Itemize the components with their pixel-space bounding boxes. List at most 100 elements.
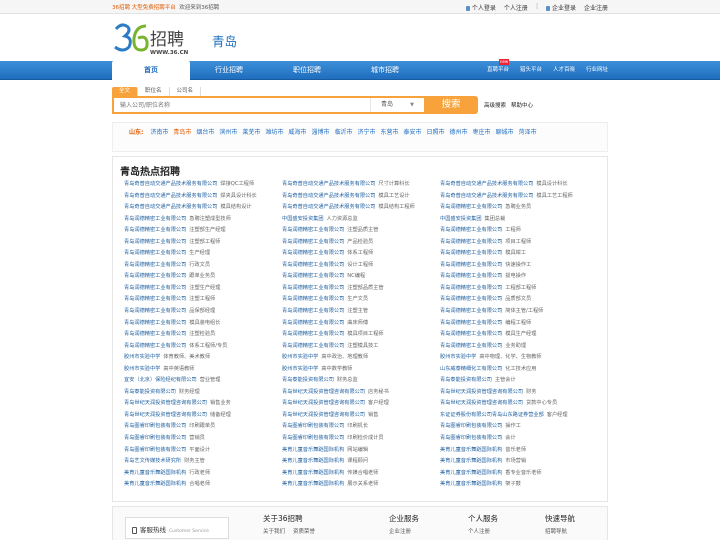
nav-direct-hire[interactable]: 直聘平台 new: [487, 59, 510, 80]
company-link[interactable]: 中国盛安投资集团: [440, 216, 482, 222]
position-link[interactable]: 模具项目工程师: [347, 331, 383, 337]
company-link[interactable]: 青岛润德精密工业有限公司: [282, 296, 344, 302]
position-link[interactable]: 会计: [505, 435, 515, 441]
city-link[interactable]: 德州市: [450, 127, 468, 138]
position-link[interactable]: 高中物理、化学、生物教师: [479, 354, 541, 360]
position-link[interactable]: 工程师: [505, 227, 521, 233]
position-link[interactable]: 模具设计科长: [536, 181, 567, 187]
position-link[interactable]: 高中政治、地理教师: [321, 354, 368, 360]
position-link[interactable]: 营业管理: [200, 377, 221, 383]
company-link[interactable]: 青岛润德精密工业有限公司: [440, 331, 502, 337]
position-link[interactable]: 合唱老师: [189, 481, 210, 487]
nav-home[interactable]: 首页: [112, 61, 190, 81]
company-link[interactable]: 青岛图睿印刷包装有限公司: [124, 447, 186, 453]
company-link[interactable]: 青岛艺文传媒技术研究所: [124, 458, 181, 464]
company-link[interactable]: 青岛润德精密工业有限公司: [440, 239, 502, 245]
company-link[interactable]: 青岛润德精密工业有限公司: [282, 227, 344, 233]
position-link[interactable]: 注塑部生产经理: [189, 227, 225, 233]
position-link[interactable]: 注塑生产经理: [189, 285, 220, 291]
position-link[interactable]: 急聘注塑成型技师: [189, 216, 231, 222]
position-link[interactable]: 高中数学教师: [321, 366, 352, 372]
company-link[interactable]: 青岛润德精密工业有限公司: [282, 331, 344, 337]
nav-industry-sites[interactable]: 行业网址: [586, 61, 608, 80]
company-link[interactable]: 青岛润德精密工业有限公司: [124, 239, 186, 245]
company-link[interactable]: 美育儿童音乐舞蹈国际机构: [124, 470, 186, 476]
company-link[interactable]: 青岛奇普自动交通产品技术服务有限公司: [440, 181, 533, 187]
position-link[interactable]: 工程部工程师: [505, 285, 536, 291]
city-link[interactable]: 菏泽市: [519, 127, 537, 138]
company-link[interactable]: 青岛润德精密工业有限公司: [282, 343, 344, 349]
company-link[interactable]: 青岛润德精密工业有限公司: [440, 273, 502, 279]
position-link[interactable]: 体育教师、美术教师: [163, 354, 210, 360]
position-link[interactable]: 模具结构设计: [220, 204, 251, 210]
city-link[interactable]: 潍坊市: [265, 127, 283, 138]
company-link[interactable]: 青岛奇普自动交通产品技术服务有限公司: [124, 193, 217, 199]
position-link[interactable]: 模具钳工: [505, 250, 526, 256]
position-link[interactable]: 品质部文员: [505, 296, 531, 302]
position-link[interactable]: 编程工程师: [505, 320, 531, 326]
help-center-link[interactable]: 帮助中心: [511, 101, 533, 109]
city-link[interactable]: 青岛市: [173, 127, 191, 138]
company-link[interactable]: 胶州市实验中学: [124, 354, 160, 360]
brand-link[interactable]: 36招聘: [112, 5, 130, 11]
position-link[interactable]: 体系工程师/专员: [189, 343, 227, 349]
company-link[interactable]: 青岛世纪天润投资管理咨询有限公司: [124, 400, 207, 406]
position-link[interactable]: 体系工程师: [347, 250, 373, 256]
search-button[interactable]: 搜索: [424, 96, 478, 114]
position-link[interactable]: 平面设计: [189, 447, 210, 453]
position-link[interactable]: 财务: [526, 389, 536, 395]
company-link[interactable]: 青岛图睿印刷包装有限公司: [282, 423, 344, 429]
position-link[interactable]: 化工技术应用: [505, 366, 536, 372]
city-link[interactable]: 临沂市: [334, 127, 352, 138]
company-link[interactable]: 青岛图睿印刷包装有限公司: [124, 435, 186, 441]
position-link[interactable]: NC编程: [347, 273, 365, 279]
city-select[interactable]: 青岛 ▼: [370, 98, 420, 112]
city-link[interactable]: 济宁市: [357, 127, 375, 138]
position-link[interactable]: 急聘业务员: [505, 204, 531, 210]
company-link[interactable]: 青岛泰能投资有限公司: [440, 377, 492, 383]
position-link[interactable]: 简体主管/工程师: [505, 308, 543, 314]
company-link[interactable]: 美育儿童音乐舞蹈国际机构: [282, 458, 344, 464]
company-link[interactable]: 青岛润德精密工业有限公司: [440, 285, 502, 291]
position-link[interactable]: 模具工艺设计: [378, 193, 409, 199]
position-link[interactable]: 课程顾问: [347, 458, 368, 464]
position-link[interactable]: 焊夹具设计科长: [220, 193, 256, 199]
footer-link[interactable]: 资质荣誉: [293, 527, 315, 535]
tab-company-name[interactable]: 公司名: [170, 87, 202, 96]
nav-city[interactable]: 城市招聘: [346, 61, 424, 80]
company-link[interactable]: 美育儿童音乐舞蹈国际机构: [440, 481, 502, 487]
position-link[interactable]: 模具结构工程师: [378, 204, 414, 210]
footer-link[interactable]: 个人注册: [468, 527, 490, 535]
company-register-link[interactable]: 企业注册: [584, 3, 608, 12]
company-link[interactable]: 青岛润德精密工业有限公司: [440, 343, 502, 349]
position-link[interactable]: 注塑检验员: [189, 331, 215, 337]
position-link[interactable]: 传媒合唱老师: [347, 470, 378, 476]
company-link[interactable]: 青岛润德精密工业有限公司: [124, 250, 186, 256]
company-link[interactable]: 青岛世纪天润投资管理咨询有限公司: [282, 412, 365, 418]
company-link[interactable]: 美育儿童音乐舞蹈国际机构: [282, 470, 344, 476]
position-link[interactable]: 跟单业务员: [189, 273, 215, 279]
company-link[interactable]: 东证证券股份有限公司青岛山东路证券营业部: [440, 412, 544, 418]
position-link[interactable]: 人力资源总监: [327, 216, 358, 222]
city-link[interactable]: 日照市: [427, 127, 445, 138]
company-link[interactable]: 青岛润德精密工业有限公司: [440, 204, 502, 210]
company-link[interactable]: 胶州市实验中学: [124, 366, 160, 372]
nav-industry[interactable]: 行业招聘: [190, 61, 268, 80]
advanced-search-link[interactable]: 高级搜索: [484, 101, 506, 109]
company-link[interactable]: 青岛润德精密工业有限公司: [124, 216, 186, 222]
position-link[interactable]: 项目工程师: [505, 239, 531, 245]
company-link[interactable]: 青岛奇普自动交通产品技术服务有限公司: [282, 204, 375, 210]
company-link[interactable]: 青岛图睿印刷包装有限公司: [440, 435, 502, 441]
company-link[interactable]: 美育儿童音乐舞蹈国际机构: [440, 470, 502, 476]
position-link[interactable]: 模具生产经理: [505, 331, 536, 337]
company-link[interactable]: 青岛图睿印刷包装有限公司: [440, 423, 502, 429]
company-link[interactable]: 青岛润德精密工业有限公司: [440, 250, 502, 256]
position-link[interactable]: 营销员: [189, 435, 205, 441]
nav-jobs[interactable]: 职位招聘: [268, 61, 346, 80]
footer-link[interactable]: 招聘导航: [545, 527, 567, 535]
company-link[interactable]: 中国盛安投资集团: [282, 216, 324, 222]
company-link[interactable]: 青岛奇普自动交通产品技术服务有限公司: [124, 204, 217, 210]
position-link[interactable]: 注塑主管: [347, 308, 368, 314]
nav-headhunter[interactable]: 猎头平台: [520, 61, 542, 80]
position-link[interactable]: 业务助理: [505, 343, 526, 349]
